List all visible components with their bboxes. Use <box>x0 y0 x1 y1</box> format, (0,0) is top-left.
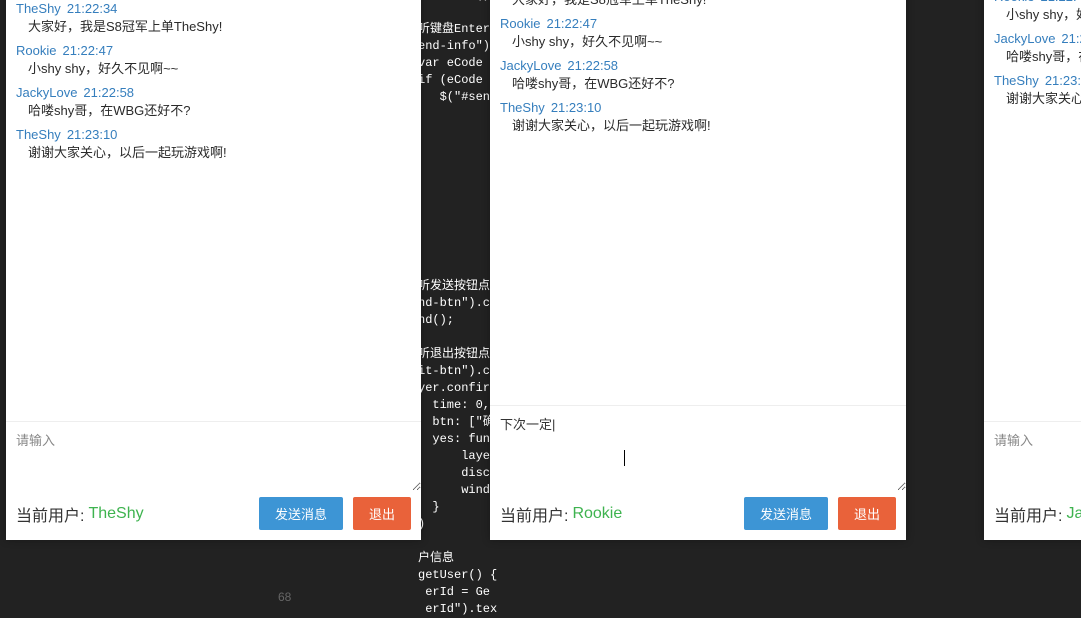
msg-time: 21:22:47 <box>1040 0 1081 4</box>
message-item: JackyLove 21:22:58 哈喽shy哥，在WBG还好不? <box>500 58 896 93</box>
msg-body: 大家好，我是S8冠军上单TheShy! <box>28 19 411 36</box>
chat-input[interactable] <box>6 421 421 491</box>
msg-time: 21:23:10 <box>1045 73 1081 88</box>
msg-user: Rookie <box>500 16 540 31</box>
msg-time: 21:22:34 <box>67 1 118 16</box>
current-user-name: TheShy <box>88 505 143 523</box>
message-item: Rookie 21:22:47 小shy shy，好久不见啊~~ <box>16 43 411 78</box>
message-log[interactable]: TheShy21:22:34大家好，我是S8冠军上单TheShy! Rookie… <box>984 0 1081 421</box>
msg-user: TheShy <box>500 100 545 115</box>
current-user-label: 当前用户: <box>500 502 568 526</box>
chat-footer: 当前用户: TheShy 发送消息 退出 <box>6 491 421 540</box>
msg-body: 大家好，我是S8冠军上单TheShy! <box>512 0 896 9</box>
msg-user: TheShy <box>994 73 1039 88</box>
msg-user: TheShy <box>16 1 61 16</box>
send-button[interactable]: 发送消息 <box>744 497 828 530</box>
msg-time: 21:22:47 <box>546 16 597 31</box>
message-item: JackyLove 21:22:58 哈喽shy哥，在WBG还好不? <box>16 85 411 120</box>
text-cursor-icon <box>624 450 625 466</box>
chat-footer: 当前用户: Rookie 发送消息 退出 <box>490 491 906 540</box>
msg-body: 小shy shy，好久不见啊~~ <box>28 61 411 78</box>
msg-user: TheShy <box>16 127 61 142</box>
message-item: Rookie 21:22:47 小shy shy，好久不见啊~~ <box>500 16 896 51</box>
message-item: TheShy 21:22:34 大家好，我是S8冠军上单TheShy! <box>16 1 411 36</box>
background-code-top: 也向口滚动刷新 Botton(); 听键盘Enter按 end-info").c… <box>418 0 498 106</box>
message-item: TheShy 21:23:10 谢谢大家关心，以后一起玩游戏啊! <box>16 127 411 162</box>
msg-user: JackyLove <box>16 85 77 100</box>
message-item: JackyLove 21:22:58 哈喽shy哥，在WBG还好不? <box>994 31 1081 66</box>
msg-body: 哈喽shy哥，在WBG还好不? <box>512 76 896 93</box>
msg-body: 谢谢大家关心，以后一起玩游戏啊! <box>512 118 896 135</box>
msg-time: 21:22:58 <box>567 58 618 73</box>
msg-body: 哈喽shy哥，在WBG还好不? <box>28 103 411 120</box>
current-user-label: 当前用户: <box>994 502 1062 526</box>
message-log[interactable]: Rookie进入房间 JackyLove进入房间 TheShy21:22:34大… <box>6 0 421 421</box>
current-user-label: 当前用户: <box>16 502 84 526</box>
msg-body: 哈喽shy哥，在WBG还好不? <box>1006 49 1081 66</box>
chat-window-jackylove: TheShy21:22:34大家好，我是S8冠军上单TheShy! Rookie… <box>984 0 1081 540</box>
exit-button[interactable]: 退出 <box>353 497 411 530</box>
chat-input[interactable] <box>984 421 1081 491</box>
msg-body: 小shy shy，好久不见啊~~ <box>1006 7 1081 24</box>
exit-button[interactable]: 退出 <box>838 497 896 530</box>
msg-body: 谢谢大家关心，以后一起玩游戏啊! <box>28 145 411 162</box>
message-item: TheShy21:22:34大家好，我是S8冠军上单TheShy! <box>500 0 896 9</box>
msg-user: JackyLove <box>500 58 561 73</box>
message-log[interactable]: JackyLove进入房间 TheShy21:22:34大家好，我是S8冠军上单… <box>490 0 906 405</box>
msg-user: Rookie <box>16 43 56 58</box>
msg-time: 21:22:58 <box>1061 31 1081 46</box>
chat-window-rookie: JackyLove进入房间 TheShy21:22:34大家好，我是S8冠军上单… <box>490 0 906 540</box>
msg-body: 谢谢大家关心，以后一起玩游戏啊! <box>1006 91 1081 108</box>
msg-time: 21:23:10 <box>67 127 118 142</box>
msg-body: 小shy shy，好久不见啊~~ <box>512 34 896 51</box>
chat-footer: 当前用户: JackyLove 发送消息 退出 <box>984 491 1081 540</box>
msg-time: 21:22:47 <box>62 43 113 58</box>
chat-input[interactable] <box>490 405 906 491</box>
current-user-name: JackyLove <box>1066 505 1081 523</box>
message-item: TheShy 21:23:10 谢谢大家关心，以后一起玩游戏啊! <box>500 100 896 135</box>
chat-window-theshy: Rookie进入房间 JackyLove进入房间 TheShy21:22:34大… <box>6 0 421 540</box>
send-button[interactable]: 发送消息 <box>259 497 343 530</box>
message-item: TheShy 21:23:10 谢谢大家关心，以后一起玩游戏啊! <box>994 73 1081 108</box>
message-item: Rookie 21:22:47 小shy shy，好久不见啊~~ <box>994 0 1081 24</box>
page-number: 68 <box>278 590 291 604</box>
msg-time: 21:23:10 <box>551 100 602 115</box>
msg-user: Rookie <box>994 0 1034 4</box>
msg-time: 21:22:58 <box>83 85 134 100</box>
current-user-name: Rookie <box>572 505 622 523</box>
msg-user: JackyLove <box>994 31 1055 46</box>
